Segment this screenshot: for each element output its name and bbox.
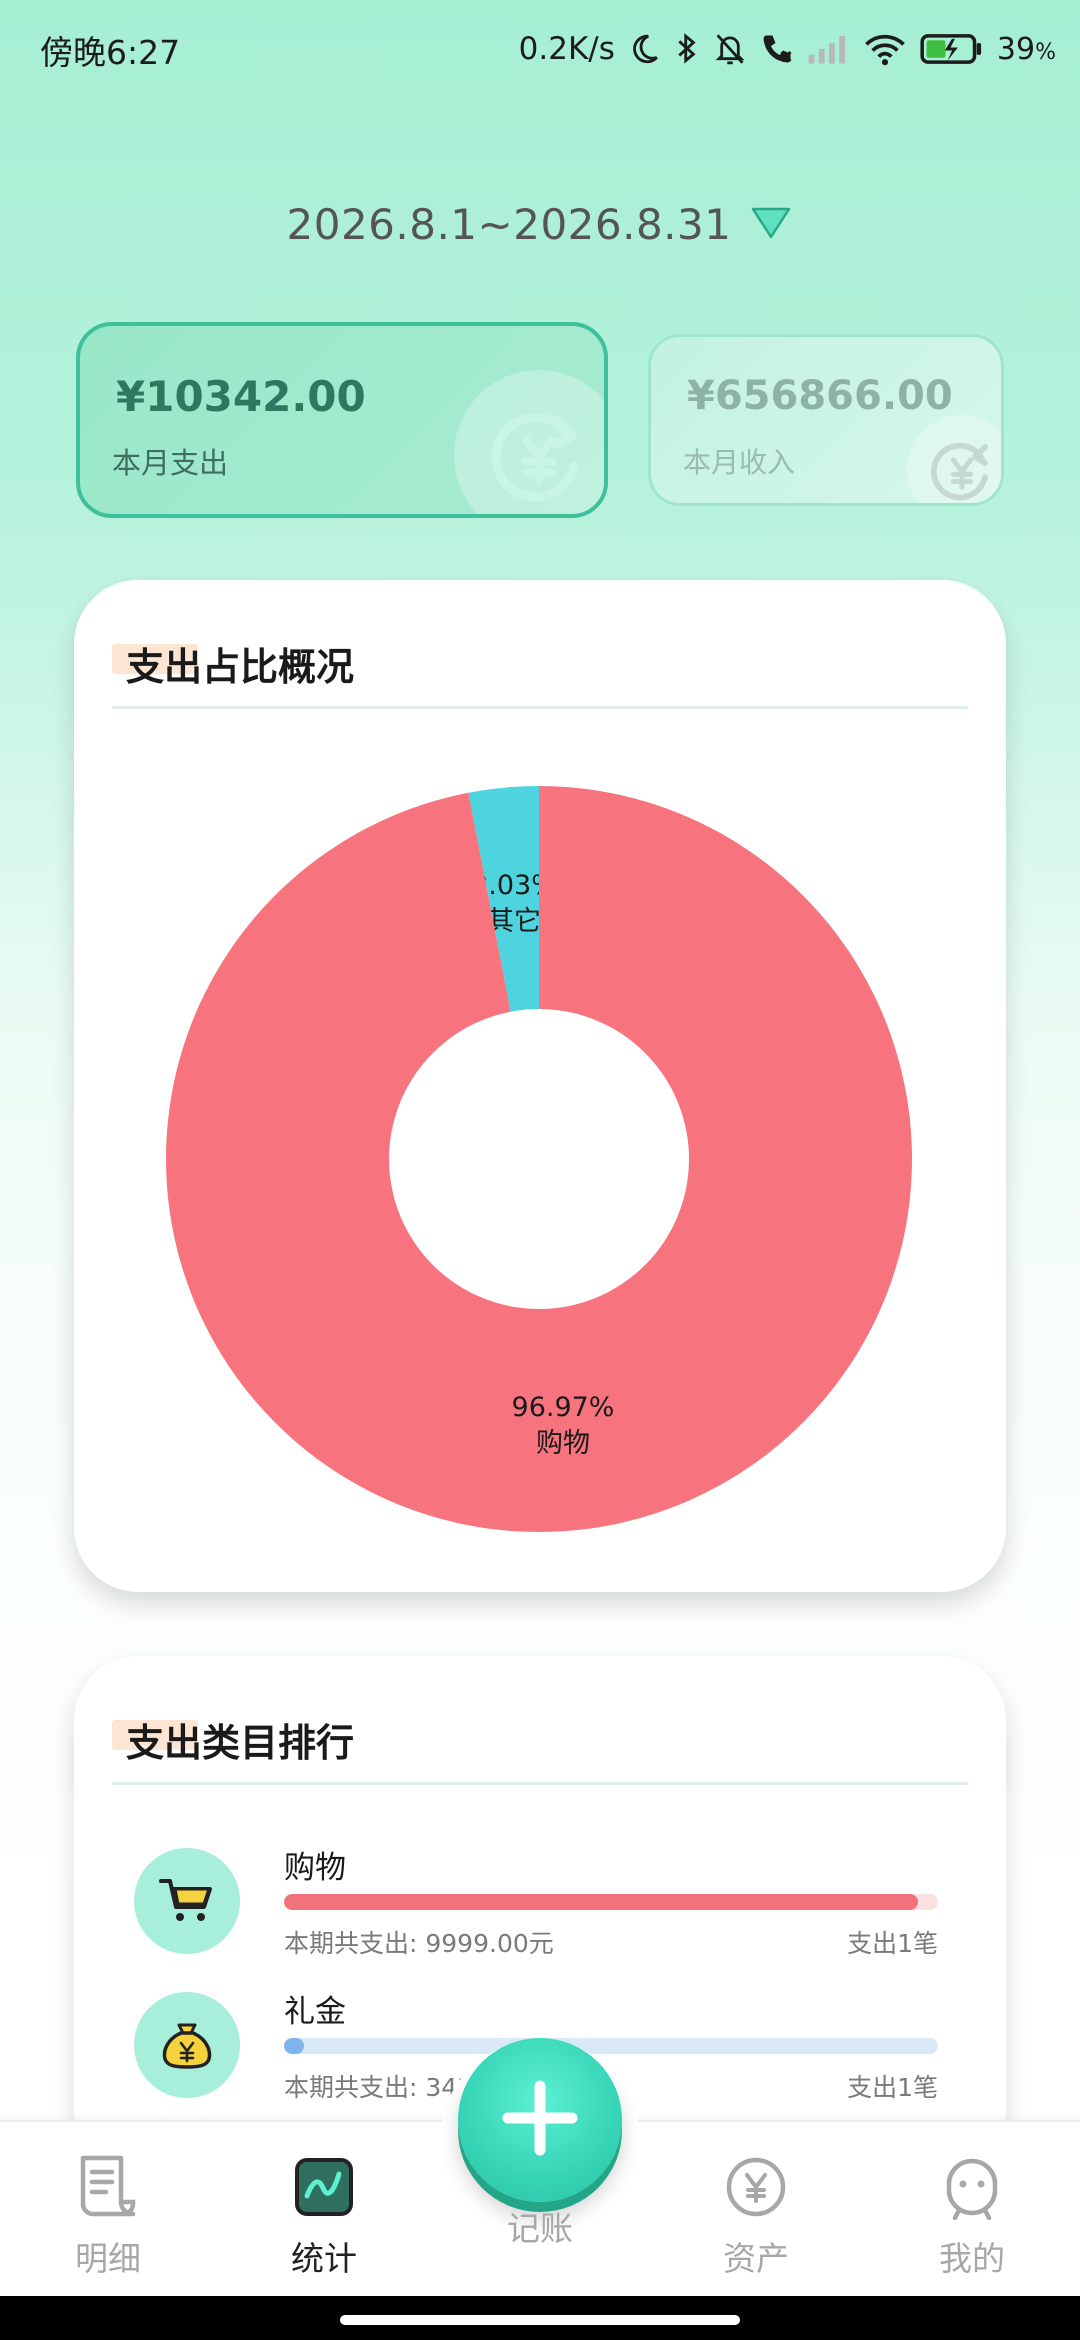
rank-item-name: 礼金 xyxy=(284,1994,346,2030)
plus-icon xyxy=(498,2076,582,2164)
date-range-text: 2026.8.1~2026.8.31 xyxy=(286,200,732,249)
status-bar: 傍晚6:27 0.2K/s 39% xyxy=(0,0,1080,100)
rank-item-name: 购物 xyxy=(284,1850,346,1886)
category-ranking-title: 支出类目排行 xyxy=(126,1721,355,1765)
moon-icon xyxy=(627,32,661,66)
triangle-down-icon xyxy=(749,205,793,245)
chart-icon xyxy=(289,2152,359,2222)
income-summary-card[interactable]: ¥656866.00 本月收入 xyxy=(648,334,1004,506)
tab-label: 我的 xyxy=(939,2239,1005,2278)
rank-item-count: 支出1笔 xyxy=(847,2073,938,2102)
bluetooth-icon xyxy=(673,31,701,67)
expense-summary-card[interactable]: ¥10342.00 本月支出 xyxy=(76,322,608,518)
rank-progress-fill xyxy=(284,2038,304,2054)
tab-statistics[interactable]: 统计 xyxy=(216,2122,432,2298)
wifi-icon xyxy=(863,32,907,66)
tab-label-record[interactable]: 记账 xyxy=(440,2202,640,2250)
expense-yuan-arrow-icon xyxy=(454,370,604,514)
expense-amount: ¥10342.00 xyxy=(116,372,366,421)
rank-progress-bar xyxy=(284,1894,938,1910)
expense-ratio-panel: 支出占比概况 3.03% 其它 96.97% 购物 xyxy=(74,580,1006,1592)
yuan-coin-icon xyxy=(721,2152,791,2222)
tab-label: 统计 xyxy=(291,2239,357,2278)
rank-progress-fill xyxy=(284,1894,919,1910)
rank-item-shopping[interactable]: 购物 本期共支出: 9999.00元 支出1笔 xyxy=(74,1842,1006,1982)
call-icon xyxy=(759,31,795,67)
tab-assets[interactable]: 资产 xyxy=(648,2122,864,2298)
status-icons: 0.2K/s 39% xyxy=(519,24,1056,74)
donut-slice-percent-label: 96.97% xyxy=(512,1392,615,1423)
add-record-button[interactable] xyxy=(458,2038,622,2202)
expense-donut-chart[interactable]: 3.03%其它96.97%购物 xyxy=(166,786,912,1532)
rank-item-count: 支出1笔 xyxy=(847,1929,938,1958)
donut-slice-category-label: 购物 xyxy=(536,1428,590,1459)
rank-progress-bar xyxy=(284,2038,938,2054)
tab-label: 明细 xyxy=(75,2239,141,2278)
expense-label: 本月支出 xyxy=(112,446,229,480)
signal-icon xyxy=(807,33,851,65)
panel-divider xyxy=(112,1782,968,1785)
panel-divider xyxy=(112,706,968,709)
shopping-cart-icon xyxy=(134,1848,240,1954)
net-speed: 0.2K/s xyxy=(518,31,615,67)
tab-mine[interactable]: 我的 xyxy=(864,2122,1080,2298)
income-yuan-arrow-icon xyxy=(907,415,1001,503)
income-label: 本月收入 xyxy=(683,446,796,479)
home-indicator[interactable] xyxy=(340,2315,740,2325)
status-time: 傍晚6:27 xyxy=(40,33,181,72)
income-amount: ¥656866.00 xyxy=(687,373,953,419)
battery-percent: 39% xyxy=(996,31,1056,67)
mute-icon xyxy=(713,31,747,67)
money-bag-icon xyxy=(134,1992,240,2098)
battery-icon xyxy=(919,33,985,65)
tab-label: 资产 xyxy=(723,2239,789,2278)
expense-ratio-title: 支出占比概况 xyxy=(126,645,355,689)
document-icon xyxy=(73,2152,143,2222)
rank-item-total: 本期共支出: 9999.00元 xyxy=(284,1929,554,1958)
date-range-selector[interactable]: 2026.8.1~2026.8.31 xyxy=(0,200,1080,249)
user-icon xyxy=(937,2152,1007,2222)
tab-details[interactable]: 明细 xyxy=(0,2122,216,2298)
